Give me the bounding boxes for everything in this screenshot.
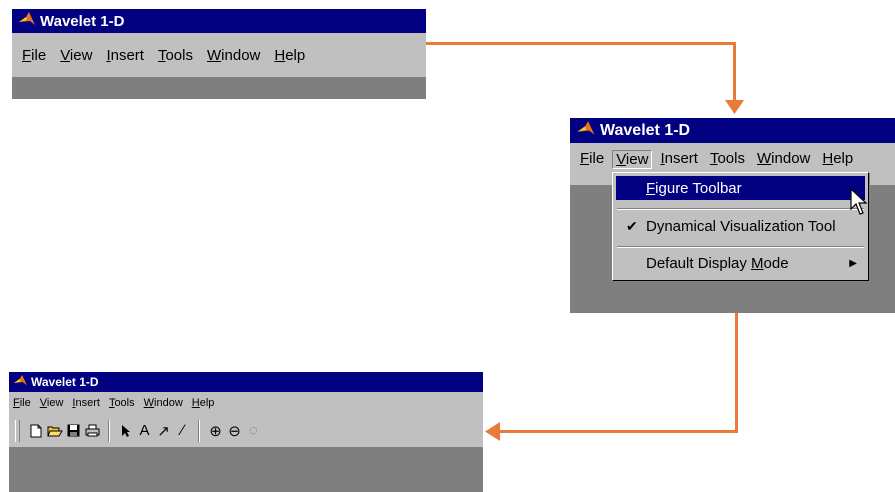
- insert-line-icon[interactable]: ∕: [173, 420, 192, 442]
- matlab-logo-icon: [576, 120, 596, 142]
- menu-window[interactable]: Window: [757, 150, 810, 167]
- menu-item-default-display-mode[interactable]: Default Display Mode ▶: [616, 251, 865, 275]
- window-title: Wavelet 1-D: [600, 121, 691, 139]
- matlab-logo-icon: [18, 11, 36, 31]
- menu-view[interactable]: View: [40, 397, 64, 409]
- arrowhead-left-icon: [485, 422, 500, 441]
- window-wavelet-3: Wavelet 1-D File View Insert Tools Windo…: [9, 372, 483, 492]
- zoom-out-icon[interactable]: ⊖: [225, 420, 244, 442]
- menu-bar: File View Insert Tools Window Help: [12, 33, 426, 77]
- menu-bar: File View Insert Tools Window Help: [9, 392, 483, 414]
- insert-arrow-icon[interactable]: ↗: [154, 420, 173, 442]
- title-bar: Wavelet 1-D: [570, 118, 895, 143]
- save-icon[interactable]: [64, 420, 83, 442]
- menu-file[interactable]: File: [580, 150, 604, 167]
- window-title: Wavelet 1-D: [40, 12, 125, 30]
- toolbar-separator: [108, 419, 110, 442]
- menu-file[interactable]: File: [22, 47, 46, 64]
- flow-arrow-2-vertical: [735, 313, 738, 432]
- menu-view-open[interactable]: View: [612, 150, 653, 169]
- view-dropdown-menu: Figure Toolbar ✔ Dynamical Visualization…: [612, 172, 869, 281]
- menu-separator: [617, 208, 864, 210]
- menu-help[interactable]: Help: [274, 47, 305, 64]
- figure-toolbar: A ↗ ∕ ⊕ ⊖ ◌: [9, 414, 483, 447]
- print-icon[interactable]: [83, 420, 102, 442]
- menu-insert[interactable]: Insert: [72, 397, 100, 409]
- menu-item-dynamical-visualization-tool[interactable]: ✔ Dynamical Visualization Tool: [616, 214, 865, 238]
- flow-arrow-1-vertical: [733, 42, 736, 104]
- mouse-pointer-icon: [850, 188, 868, 215]
- open-folder-icon[interactable]: [45, 420, 64, 442]
- insert-text-icon[interactable]: A: [135, 420, 154, 442]
- menu-help[interactable]: Help: [822, 150, 853, 167]
- zoom-in-icon[interactable]: ⊕: [206, 420, 225, 442]
- title-bar: Wavelet 1-D: [12, 9, 426, 33]
- toolbar-separator: [198, 419, 200, 442]
- menu-view[interactable]: View: [60, 47, 92, 64]
- window-wavelet-1: Wavelet 1-D File View Insert Tools Windo…: [12, 9, 426, 99]
- matlab-logo-icon: [13, 374, 28, 390]
- toolbar-grip[interactable]: [15, 419, 20, 442]
- new-file-icon[interactable]: [26, 420, 45, 442]
- menu-item-figure-toolbar[interactable]: Figure Toolbar: [616, 176, 865, 200]
- title-bar: Wavelet 1-D: [9, 372, 483, 392]
- flow-arrow-2-horizontal: [498, 430, 738, 433]
- menu-window[interactable]: Window: [144, 397, 183, 409]
- menu-separator: [617, 246, 864, 248]
- rotate-3d-icon[interactable]: ◌: [244, 420, 263, 442]
- submenu-arrow-icon: ▶: [849, 257, 857, 269]
- flow-arrow-1-horizontal: [426, 42, 735, 45]
- menu-tools[interactable]: Tools: [158, 47, 193, 64]
- menu-insert[interactable]: Insert: [106, 47, 144, 64]
- pointer-arrow-icon[interactable]: [116, 420, 135, 442]
- window-title: Wavelet 1-D: [31, 375, 99, 389]
- checkmark-icon: ✔: [626, 217, 638, 234]
- menu-tools[interactable]: Tools: [710, 150, 745, 167]
- menu-tools[interactable]: Tools: [109, 397, 135, 409]
- arrowhead-down-icon: [725, 100, 744, 114]
- menu-insert[interactable]: Insert: [660, 150, 698, 167]
- menu-help[interactable]: Help: [192, 397, 215, 409]
- menu-file[interactable]: File: [13, 397, 31, 409]
- menu-window[interactable]: Window: [207, 47, 260, 64]
